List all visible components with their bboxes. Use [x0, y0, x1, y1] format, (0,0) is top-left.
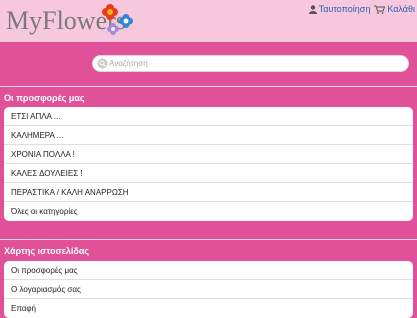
sitemap-item[interactable]: Ο λογαριασμός σας	[4, 280, 413, 299]
offers-title: Οι προσφορές μας	[4, 93, 85, 103]
login-label: Ταυτοποίηση	[318, 4, 371, 14]
divider	[0, 86, 417, 87]
cart-icon	[374, 5, 386, 14]
cart-link[interactable]: Καλάθι	[374, 4, 415, 14]
sitemap-title: Χάρτης ιστοσελίδας	[4, 246, 90, 256]
offer-item[interactable]: Όλες οι κατηγορίες	[4, 202, 413, 221]
flowers-icon	[102, 4, 133, 35]
offer-item[interactable]: ΚΑΛΕΣ ΔΟΥΛΕΙΕΣ !	[4, 164, 413, 183]
search-icon	[97, 58, 108, 69]
offer-item[interactable]: ΕΤΣΙ ΑΠΛΑ ...	[4, 107, 413, 126]
divider	[0, 239, 417, 240]
login-link[interactable]: Ταυτοποίηση	[308, 4, 371, 14]
user-icon	[308, 4, 317, 14]
offer-item[interactable]: ΠΕΡΑΣΤΙΚΑ / ΚΑΛΗ ΑΝΑΡΡΩΣΗ	[4, 183, 413, 202]
search-input[interactable]	[109, 56, 399, 71]
header: MyFlowers Ταυτοποίηση Καλάθι	[0, 0, 417, 42]
offers-list: ΕΤΣΙ ΑΠΛΑ ... ΚΑΛΗΜΕΡΑ ... ΧΡΟΝΙΑ ΠΟΛΛΑ …	[4, 107, 413, 221]
sitemap-list: Οι προσφορές μας Ο λογαριασμός σας Επαφή	[4, 261, 413, 318]
top-links: Ταυτοποίηση Καλάθι	[308, 4, 415, 14]
cart-label: Καλάθι	[387, 4, 415, 14]
sitemap-item[interactable]: Επαφή	[4, 299, 413, 318]
sitemap-item[interactable]: Οι προσφορές μας	[4, 261, 413, 280]
offer-item[interactable]: ΧΡΟΝΙΑ ΠΟΛΛΑ !	[4, 145, 413, 164]
search-box[interactable]	[92, 55, 409, 72]
offer-item[interactable]: ΚΑΛΗΜΕΡΑ ...	[4, 126, 413, 145]
